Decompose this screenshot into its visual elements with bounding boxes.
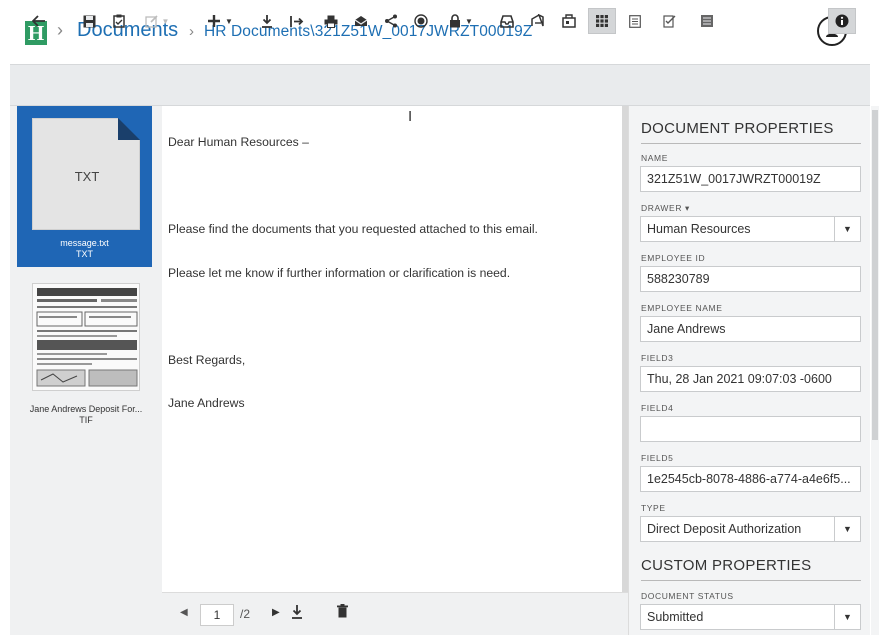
delete-page-button[interactable] bbox=[337, 604, 348, 623]
text-cursor-icon: I bbox=[408, 108, 413, 125]
employee-name-field[interactable]: Jane Andrews bbox=[640, 316, 861, 342]
document-text: Dear Human Resources – Please find the d… bbox=[168, 106, 538, 425]
record-button[interactable] bbox=[410, 8, 432, 34]
back-button[interactable] bbox=[28, 8, 50, 34]
document-status-label: DOCUMENT STATUS bbox=[641, 591, 734, 601]
field4-label: FIELD4 bbox=[641, 403, 674, 413]
file-type-label: TXT bbox=[74, 169, 100, 184]
list-view-icon bbox=[629, 14, 641, 28]
drawer-value: Human Resources bbox=[647, 222, 751, 236]
record-icon bbox=[414, 14, 428, 28]
page-total: /2 bbox=[240, 607, 251, 621]
recycle-button[interactable] bbox=[526, 8, 548, 34]
move-icon bbox=[290, 15, 304, 27]
save-button[interactable] bbox=[78, 8, 100, 34]
move-button[interactable] bbox=[286, 8, 308, 34]
document-line: Please find the documents that you reque… bbox=[168, 222, 538, 236]
inbox-button[interactable] bbox=[496, 8, 518, 34]
previous-page-button[interactable]: ◀ bbox=[180, 607, 188, 618]
field4-input[interactable] bbox=[640, 416, 861, 442]
section-divider bbox=[641, 143, 861, 144]
save-icon bbox=[83, 15, 95, 27]
info-icon bbox=[835, 14, 849, 28]
document-properties-heading: DOCUMENT PROPERTIES bbox=[641, 120, 834, 137]
download-icon bbox=[292, 605, 302, 619]
chevron-down-icon: ▼ bbox=[161, 16, 170, 26]
next-page-button[interactable]: ▶ bbox=[272, 607, 280, 618]
download-icon bbox=[262, 15, 272, 28]
checklist-icon bbox=[662, 15, 675, 28]
print-button[interactable] bbox=[320, 8, 342, 34]
name-field[interactable]: 321Z51W_0017JWRZT00019Z bbox=[640, 166, 861, 192]
email-icon bbox=[354, 16, 368, 26]
toolbar bbox=[10, 64, 870, 106]
breadcrumb-separator: › bbox=[189, 23, 194, 40]
breadcrumb-separator: › bbox=[57, 20, 63, 40]
field5-input[interactable]: 1e2545cb-8078-4886-a774-a4e6f5... bbox=[640, 466, 861, 492]
form-button[interactable] bbox=[696, 8, 718, 34]
page-number-input[interactable]: 1 bbox=[200, 604, 234, 626]
trash-icon bbox=[337, 604, 348, 618]
field5-label: FIELD5 bbox=[641, 453, 674, 463]
lock-dropdown-button[interactable]: ▼ bbox=[442, 8, 480, 34]
type-value: Direct Deposit Authorization bbox=[647, 522, 802, 536]
type-label: TYPE bbox=[641, 503, 666, 513]
edit-dropdown-button[interactable]: ▼ bbox=[140, 8, 174, 34]
share-button[interactable] bbox=[380, 8, 402, 34]
chevron-down-icon: ▼ bbox=[465, 16, 473, 26]
document-line: Please let me know if further informatio… bbox=[168, 265, 511, 280]
chevron-down-icon[interactable]: ▼ bbox=[834, 605, 860, 629]
share-icon bbox=[385, 14, 397, 28]
info-button[interactable] bbox=[828, 8, 856, 34]
back-icon bbox=[32, 15, 45, 27]
document-line: Best Regards, bbox=[168, 352, 246, 367]
chevron-down-icon[interactable]: ▼ bbox=[834, 517, 860, 541]
chevron-down-icon[interactable]: ▼ bbox=[834, 217, 860, 241]
print-icon bbox=[324, 15, 338, 28]
clipboard-icon bbox=[113, 14, 125, 28]
thumbnail-caption: message.txt TXT bbox=[60, 238, 109, 259]
app-header: H › Documents › HR Documents\321Z51W_001… bbox=[0, 0, 879, 62]
clipboard-button[interactable] bbox=[108, 8, 130, 34]
section-divider bbox=[641, 580, 861, 581]
download-page-button[interactable] bbox=[291, 604, 303, 624]
recycle-icon bbox=[531, 14, 544, 27]
grid-view-button[interactable] bbox=[588, 8, 616, 34]
thumbnail-caption: Jane Andrews Deposit For... TIF bbox=[29, 404, 143, 425]
download-button[interactable] bbox=[256, 8, 278, 34]
workflow-button[interactable] bbox=[558, 8, 580, 34]
drawer-label[interactable]: DRAWER ▾ bbox=[641, 203, 690, 214]
document-line: Dear Human Resources – bbox=[168, 135, 309, 149]
tif-thumbnail-image[interactable] bbox=[32, 283, 140, 391]
txt-file-icon: TXT bbox=[32, 118, 140, 230]
document-status-select[interactable]: Submitted ▼ bbox=[640, 604, 861, 630]
add-icon bbox=[208, 15, 221, 27]
employee-id-label: EMPLOYEE ID bbox=[641, 253, 706, 263]
properties-scrollbar-thumb[interactable] bbox=[872, 110, 878, 440]
drawer-select[interactable]: Human Resources ▼ bbox=[640, 216, 861, 242]
email-button[interactable] bbox=[350, 8, 372, 34]
custom-properties-heading: CUSTOM PROPERTIES bbox=[641, 557, 812, 574]
edit-icon bbox=[144, 15, 158, 28]
inbox-icon bbox=[500, 14, 514, 28]
field3-label: FIELD3 bbox=[641, 353, 674, 363]
chevron-down-icon: ▼ bbox=[225, 16, 233, 26]
employee-id-field[interactable]: 588230789 bbox=[640, 266, 861, 292]
type-select[interactable]: Direct Deposit Authorization ▼ bbox=[640, 516, 861, 542]
add-dropdown-button[interactable]: ▼ bbox=[200, 8, 240, 34]
field3-input[interactable]: Thu, 28 Jan 2021 09:07:03 -0600 bbox=[640, 366, 861, 392]
employee-name-label: EMPLOYEE NAME bbox=[641, 303, 723, 313]
list-view-button[interactable] bbox=[624, 8, 646, 34]
checklist-button[interactable] bbox=[658, 8, 680, 34]
workflow-icon bbox=[562, 14, 576, 28]
document-status-value: Submitted bbox=[647, 610, 704, 624]
form-icon bbox=[701, 15, 713, 27]
lock-icon bbox=[450, 14, 461, 28]
name-label: NAME bbox=[641, 153, 668, 163]
grid-view-icon bbox=[596, 15, 608, 27]
document-line: Jane Andrews bbox=[168, 396, 245, 410]
